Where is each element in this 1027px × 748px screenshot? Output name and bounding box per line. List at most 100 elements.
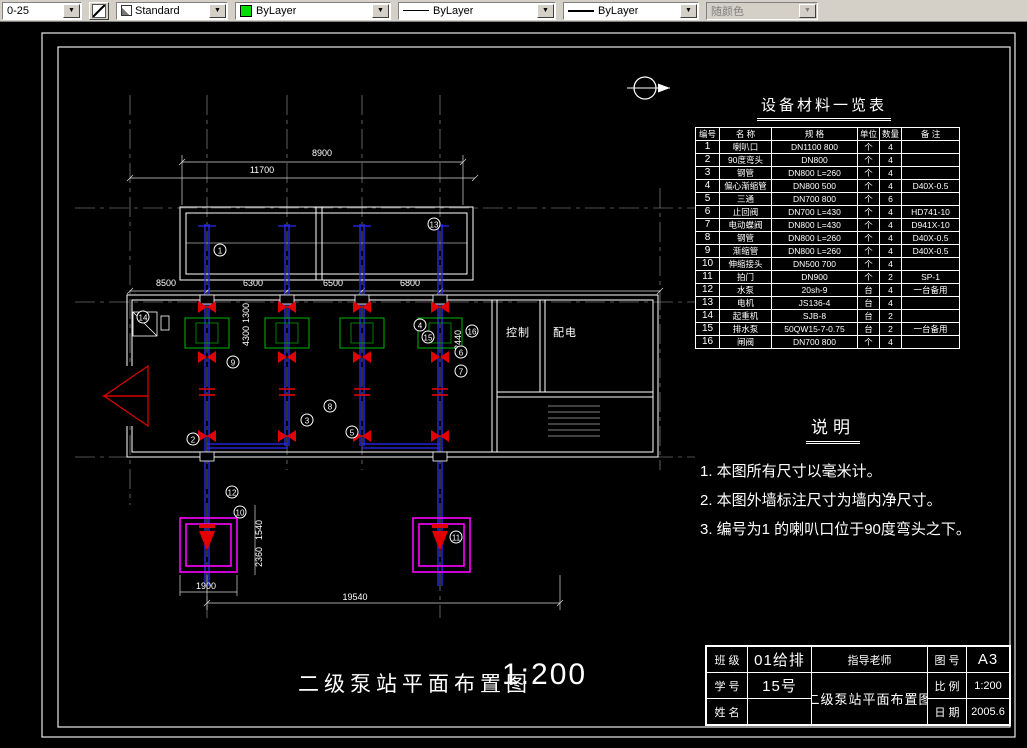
- cell-number: 1: [695, 140, 720, 154]
- chevron-down-icon[interactable]: ▼: [209, 3, 226, 18]
- equipment-table-header-row: 编号名 称规 格单位 数量备 注: [695, 127, 961, 141]
- valves: [198, 301, 449, 442]
- cell-number: 2: [695, 153, 720, 167]
- cell-unit: 个: [856, 218, 881, 232]
- chevron-down-icon: ▼: [799, 3, 816, 18]
- dimension-label: 2360: [254, 546, 264, 568]
- lineweight-combo[interactable]: ByLayer ▼: [563, 1, 699, 20]
- table-row: 7 电动蝶阀 DN800 L=430 个 4 D941X-10: [695, 218, 961, 232]
- cell-name: 偏心渐缩管: [719, 179, 772, 193]
- cell-number: 11: [695, 270, 720, 284]
- cell-name: 钢管: [719, 166, 772, 180]
- dimension-label: 8900: [311, 148, 333, 158]
- equipment-table-body: 1 喇叭口 DN1100 800 个 4 2 90度弯头 DN800 个 4 3…: [695, 140, 961, 349]
- dimension-label: 6500: [322, 278, 344, 288]
- dimension-label: 11700: [249, 165, 275, 175]
- cell-name: 三通: [719, 192, 772, 206]
- table-row: 6 止回阀 DN700 L=430 个 4 HD741-10: [695, 205, 961, 219]
- cell-spec: DN800 L=260: [771, 244, 858, 258]
- linetype-combo-value: ByLayer: [433, 4, 474, 17]
- linetype-sample-icon: [403, 10, 429, 11]
- name-label: 姓 名: [707, 699, 747, 724]
- table-row: 1 喇叭口 DN1100 800 个 4: [695, 140, 961, 154]
- student-id-value: 15号: [748, 673, 811, 698]
- cell-note: [901, 153, 961, 167]
- cell-name: 电动蝶阀: [719, 218, 772, 232]
- table-row: 14 起重机 SJB-8 台 2: [695, 309, 961, 323]
- cell-number: 16: [695, 335, 720, 349]
- column-header: 备 注: [901, 127, 961, 141]
- cell-spec: JS136-4: [771, 296, 858, 310]
- equipment-number-bubble: 13: [427, 217, 441, 231]
- cell-note: HD741-10: [901, 205, 961, 219]
- cell-name: 钢管: [719, 231, 772, 245]
- chevron-down-icon[interactable]: ▼: [537, 3, 554, 18]
- chevron-down-icon[interactable]: ▼: [63, 3, 80, 18]
- cell-unit: 个: [856, 335, 881, 349]
- plan-title: 二级泵站平面布置图: [298, 673, 532, 696]
- table-row: 16 闸阀 DN700 800 个 4: [695, 335, 961, 349]
- cell-note: [901, 296, 961, 310]
- column-header: 规 格: [771, 127, 858, 141]
- cell-note: [901, 166, 961, 180]
- student-id-label: 学 号: [707, 673, 747, 698]
- room-label-control: 控制: [506, 327, 530, 339]
- cell-qty: 4: [879, 244, 903, 258]
- note-item: 3. 编号为1 的喇叭口位于90度弯头之下。: [700, 521, 971, 538]
- flanges: [198, 388, 449, 396]
- cell-qty: 4: [879, 231, 903, 245]
- equipment-number-bubble: 15: [421, 330, 435, 344]
- cell-number: 6: [695, 205, 720, 219]
- cell-note: [901, 257, 961, 271]
- text-style-combo[interactable]: Standard ▼: [116, 1, 228, 20]
- advisor-label: 指导老师: [812, 647, 927, 672]
- style-icon: [121, 5, 132, 16]
- cell-number: 14: [695, 309, 720, 323]
- layer-combo[interactable]: 0-25 ▼: [2, 1, 82, 20]
- equipment-number-bubble: 7: [454, 364, 468, 378]
- cell-spec: 20sh-9: [771, 283, 858, 297]
- table-row: 10 伸缩接头 DN500 700 个 4: [695, 257, 961, 271]
- cell-number: 4: [695, 179, 720, 193]
- plan-scale: 1:200: [502, 658, 588, 691]
- lineweight-sample-icon: [568, 9, 594, 12]
- cell-unit: 台: [856, 322, 881, 336]
- cell-number: 5: [695, 192, 720, 206]
- linetype-combo[interactable]: ByLayer ▼: [398, 1, 556, 20]
- cell-spec: DN800 L=260: [771, 231, 858, 245]
- equipment-number-bubble: 11: [449, 530, 463, 544]
- figure-number-label: 图 号: [928, 647, 966, 672]
- cell-spec: DN500 700: [771, 257, 858, 271]
- cell-spec: DN900: [771, 270, 858, 284]
- dimension-label: 6800: [399, 278, 421, 288]
- cell-note: D40X-0.5: [901, 231, 961, 245]
- cell-note: D40X-0.5: [901, 179, 961, 193]
- table-row: 3 钢管 DN800 L=260 个 4: [695, 166, 961, 180]
- cell-name: 起重机: [719, 309, 772, 323]
- room-label-power: 配电: [553, 327, 577, 339]
- equipment-number-bubble: 16: [465, 324, 479, 338]
- equipment-number-bubble: 8: [323, 399, 337, 413]
- cell-qty: 4: [879, 153, 903, 167]
- cell-qty: 4: [879, 296, 903, 310]
- class-label: 班 级: [707, 647, 747, 672]
- equipment-number-bubble: 5: [345, 425, 359, 439]
- cell-unit: 个: [856, 140, 881, 154]
- equipment-number-bubble: 14: [136, 310, 150, 324]
- dimension-label: 1300: [241, 302, 251, 324]
- equipment-number-bubble: 4: [413, 318, 427, 332]
- chevron-down-icon[interactable]: ▼: [372, 3, 389, 18]
- cell-number: 8: [695, 231, 720, 245]
- dimension-label: 8500: [155, 278, 177, 288]
- cell-number: 9: [695, 244, 720, 258]
- make-layer-current-button[interactable]: [89, 1, 109, 20]
- cell-note: D941X-10: [901, 218, 961, 232]
- cell-qty: 4: [879, 335, 903, 349]
- cell-unit: 台: [856, 283, 881, 297]
- color-combo[interactable]: ByLayer ▼: [235, 1, 391, 20]
- cell-spec: SJB-8: [771, 309, 858, 323]
- cell-note: 一台备用: [901, 283, 961, 297]
- text-style-value: Standard: [135, 4, 180, 17]
- layer-combo-value: 0-25: [7, 4, 30, 17]
- chevron-down-icon[interactable]: ▼: [680, 3, 697, 18]
